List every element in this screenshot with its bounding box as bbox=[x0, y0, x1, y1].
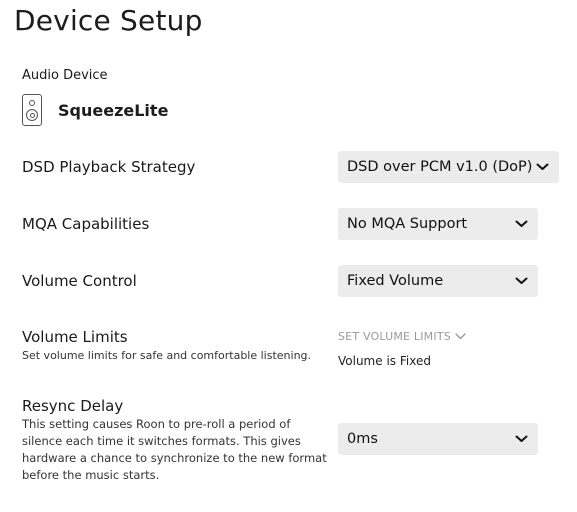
chevron-down-icon bbox=[514, 217, 528, 231]
dsd-strategy-value: DSD over PCM v1.0 (DoP) bbox=[347, 159, 533, 175]
mqa-capabilities-value: No MQA Support bbox=[347, 216, 468, 232]
volume-limits-label: Volume Limits bbox=[22, 328, 128, 346]
dsd-strategy-label: DSD Playback Strategy bbox=[22, 158, 196, 176]
resync-description-line: This setting causes Roon to pre-roll a p… bbox=[22, 417, 291, 431]
chevron-down-icon bbox=[514, 274, 528, 288]
volume-limits-status: Volume is Fixed bbox=[338, 354, 431, 368]
resync-description-line: silence each time it switches formats. T… bbox=[22, 434, 301, 448]
mqa-capabilities-select[interactable]: No MQA Support bbox=[338, 208, 538, 240]
dsd-strategy-select[interactable]: DSD over PCM v1.0 (DoP) bbox=[338, 151, 559, 183]
resync-delay-label: Resync Delay bbox=[22, 397, 124, 415]
audio-device-row: SqueezeLite bbox=[22, 94, 168, 126]
resync-delay-select[interactable]: 0ms bbox=[338, 423, 538, 455]
resync-description-line: hardware a chance to synchronize to the … bbox=[22, 451, 327, 465]
speaker-icon bbox=[22, 94, 42, 126]
chevron-down-icon bbox=[535, 160, 549, 174]
volume-control-label: Volume Control bbox=[22, 272, 137, 290]
mqa-capabilities-label: MQA Capabilities bbox=[22, 215, 150, 233]
volume-control-value: Fixed Volume bbox=[347, 273, 444, 289]
chevron-down-icon bbox=[455, 331, 467, 343]
set-volume-limits-button[interactable]: SET VOLUME LIMITS bbox=[338, 330, 467, 343]
volume-limits-description: Set volume limits for safe and comfortab… bbox=[22, 349, 312, 362]
resync-delay-description: This setting causes Roon to pre-roll a p… bbox=[22, 416, 332, 484]
audio-device-name: SqueezeLite bbox=[58, 100, 169, 120]
chevron-down-icon bbox=[514, 432, 528, 446]
set-volume-limits-label: SET VOLUME LIMITS bbox=[338, 330, 451, 343]
volume-control-select[interactable]: Fixed Volume bbox=[338, 265, 538, 297]
resync-description-line: before the music starts. bbox=[22, 468, 160, 482]
page-title: Device Setup bbox=[14, 4, 203, 37]
audio-device-label: Audio Device bbox=[22, 68, 108, 83]
resync-delay-value: 0ms bbox=[347, 431, 378, 447]
